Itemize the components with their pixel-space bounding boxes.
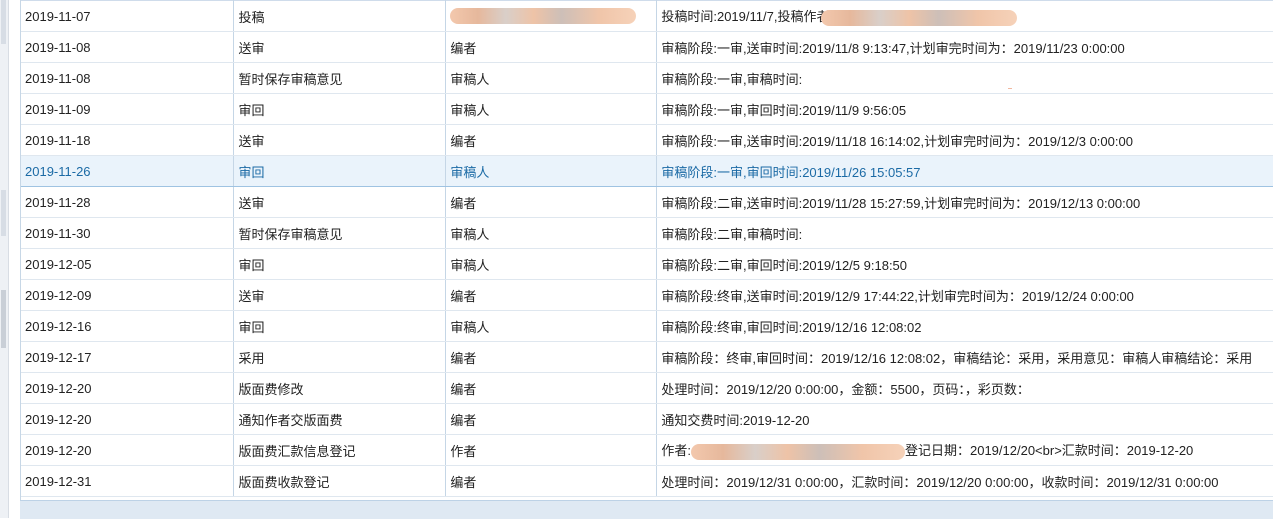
table-row[interactable]: 2019-11-08 送审 编者 审稿阶段:一审,送审时间:2019/11/8 … xyxy=(21,31,1273,63)
action-cell: 送审 xyxy=(233,186,447,218)
stray-mark xyxy=(1008,88,1012,89)
action-cell: 版面费汇款信息登记 xyxy=(233,434,447,466)
role-cell: 审稿人 xyxy=(445,93,658,125)
role-cell: 审稿人 xyxy=(445,62,658,94)
action-cell: 暂时保存审稿意见 xyxy=(233,217,447,249)
role-cell: 审稿人 xyxy=(445,248,658,280)
detail-text: 作者: xyxy=(661,443,691,459)
detail-text: 投稿时间:2019/11/7,投稿作者 xyxy=(661,9,830,25)
action-cell: 版面费收款登记 xyxy=(233,465,447,497)
date-cell: 2019-11-07 xyxy=(21,0,235,32)
action-cell: 送审 xyxy=(233,124,447,156)
detail-cell: 审稿阶段:二审,审回时间:2019/12/5 9:18:50 xyxy=(656,248,1273,280)
detail-cell: 审稿阶段:终审,审回时间:2019/12/16 12:08:02 xyxy=(656,310,1273,342)
table-row[interactable]: 2019-12-16 审回 审稿人 审稿阶段:终审,审回时间:2019/12/1… xyxy=(21,310,1273,342)
table-row[interactable]: 2019-12-17 采用 编者 审稿阶段：终审,审回时间：2019/12/16… xyxy=(21,341,1273,373)
table-row[interactable]: 2019-11-07 投稿 投稿时间:2019/11/7,投稿作者 xyxy=(21,0,1273,32)
action-cell: 送审 xyxy=(233,31,447,63)
date-cell: 2019-12-09 xyxy=(21,279,235,311)
date-cell: 2019-12-17 xyxy=(21,341,235,373)
detail-cell: 投稿时间:2019/11/7,投稿作者 xyxy=(656,0,1273,32)
role-cell: 编者 xyxy=(445,279,658,311)
scrollbar-segment xyxy=(1,190,6,236)
date-cell: 2019-12-20 xyxy=(21,372,235,404)
detail-cell: 审稿阶段:一审,审回时间:2019/11/9 9:56:05 xyxy=(656,93,1273,125)
date-cell: 2019-11-28 xyxy=(21,186,235,218)
action-cell: 采用 xyxy=(233,341,447,373)
detail-cell: 审稿阶段:二审,送审时间:2019/11/28 15:27:59,计划审完时间为… xyxy=(656,186,1273,218)
review-history-grid: 2019-11-07 投稿 投稿时间:2019/11/7,投稿作者 2019-1… xyxy=(20,0,1273,518)
detail-cell: 处理时间：2019/12/20 0:00:00，金额：5500，页码：，彩页数： xyxy=(656,372,1273,404)
role-cell: 编者 xyxy=(445,372,658,404)
date-cell: 2019-12-05 xyxy=(21,248,235,280)
role-cell: 编者 xyxy=(445,186,658,218)
role-cell xyxy=(445,0,658,32)
role-cell: 编者 xyxy=(445,465,658,497)
table-row[interactable]: 2019-11-09 审回 审稿人 审稿阶段:一审,审回时间:2019/11/9… xyxy=(21,93,1273,125)
table-row[interactable]: 2019-11-08 暂时保存审稿意见 审稿人 审稿阶段:一审,审稿时间: xyxy=(21,62,1273,94)
table-row[interactable]: 2019-12-20 通知作者交版面费 编者 通知交费时间:2019-12-20 xyxy=(21,403,1273,435)
date-cell: 2019-11-30 xyxy=(21,217,235,249)
action-cell: 通知作者交版面费 xyxy=(233,403,447,435)
action-cell: 投稿 xyxy=(233,0,447,32)
table-row[interactable]: 2019-11-28 送审 编者 审稿阶段:二审,送审时间:2019/11/28… xyxy=(21,186,1273,218)
date-cell: 2019-11-09 xyxy=(21,93,235,125)
detail-cell: 审稿阶段:二审,审稿时间: xyxy=(656,217,1273,249)
detail-cell: 审稿阶段:一审,审回时间:2019/11/26 15:05:57 xyxy=(656,155,1273,187)
date-cell: 2019-12-20 xyxy=(21,434,235,466)
table-row[interactable]: 2019-11-18 送审 编者 审稿阶段:一审,送审时间:2019/11/18… xyxy=(21,124,1273,156)
table-row[interactable]: 2019-11-30 暂时保存审稿意见 审稿人 审稿阶段:二审,审稿时间: xyxy=(21,217,1273,249)
detail-text: 登记日期：2019/12/20<br>汇款时间：2019-12-20 xyxy=(904,443,1194,459)
scrollbar-segment xyxy=(1,0,6,44)
action-cell: 审回 xyxy=(233,248,447,280)
date-cell: 2019-11-26 xyxy=(21,155,235,187)
left-panel-scrollbar[interactable] xyxy=(0,0,9,518)
action-cell: 版面费修改 xyxy=(233,372,447,404)
redacted-payer-info xyxy=(690,443,905,460)
table-row[interactable]: 2019-12-31 版面费收款登记 编者 处理时间：2019/12/31 0:… xyxy=(21,465,1273,497)
detail-cell: 审稿阶段:一审,送审时间:2019/11/8 9:13:47,计划审完时间为：2… xyxy=(656,31,1273,63)
date-cell: 2019-12-16 xyxy=(21,310,235,342)
detail-cell: 通知交费时间:2019-12-20 xyxy=(656,403,1273,435)
date-cell: 2019-11-08 xyxy=(21,31,235,63)
detail-cell: 处理时间：2019/12/31 0:00:00，汇款时间：2019/12/20 … xyxy=(656,465,1273,497)
role-cell: 编者 xyxy=(445,31,658,63)
action-cell: 审回 xyxy=(233,93,447,125)
history-table: 2019-11-07 投稿 投稿时间:2019/11/7,投稿作者 2019-1… xyxy=(21,0,1273,497)
date-cell: 2019-11-18 xyxy=(21,124,235,156)
redacted-author-info xyxy=(821,9,1018,26)
role-cell: 审稿人 xyxy=(445,217,658,249)
table-row[interactable]: 2019-12-20 版面费修改 编者 处理时间：2019/12/20 0:00… xyxy=(21,372,1273,404)
table-row[interactable]: 2019-12-20 版面费汇款信息登记 作者 作者: 登记日期：2019/12/… xyxy=(21,434,1273,466)
table-row[interactable]: 2019-12-05 审回 审稿人 审稿阶段:二审,审回时间:2019/12/5… xyxy=(21,248,1273,280)
date-cell: 2019-11-08 xyxy=(21,62,235,94)
detail-cell: 审稿阶段：终审,审回时间：2019/12/16 12:08:02，审稿结论：采用… xyxy=(656,341,1273,373)
date-cell: 2019-12-31 xyxy=(21,465,235,497)
table-row-selected[interactable]: 2019-11-26 审回 审稿人 审稿阶段:一审,审回时间:2019/11/2… xyxy=(21,155,1273,187)
role-cell: 审稿人 xyxy=(445,155,658,187)
detail-cell: 审稿阶段:一审,送审时间:2019/11/18 16:14:02,计划审完时间为… xyxy=(656,124,1273,156)
role-cell: 作者 xyxy=(445,434,658,466)
role-cell: 编者 xyxy=(445,403,658,435)
action-cell: 审回 xyxy=(233,310,447,342)
scrollbar-thumb[interactable] xyxy=(1,290,6,348)
action-cell: 审回 xyxy=(233,155,447,187)
action-cell: 暂时保存审稿意见 xyxy=(233,62,447,94)
detail-cell: 审稿阶段:终审,送审时间:2019/12/9 17:44:22,计划审完时间为：… xyxy=(656,279,1273,311)
detail-cell: 审稿阶段:一审,审稿时间: xyxy=(656,62,1273,94)
detail-cell: 作者: 登记日期：2019/12/20<br>汇款时间：2019-12-20 xyxy=(656,434,1273,466)
role-cell: 审稿人 xyxy=(445,310,658,342)
action-cell: 送审 xyxy=(233,279,447,311)
role-cell: 编者 xyxy=(445,124,658,156)
date-cell: 2019-12-20 xyxy=(21,403,235,435)
redacted-author-name xyxy=(450,8,637,25)
table-row[interactable]: 2019-12-09 送审 编者 审稿阶段:终审,送审时间:2019/12/9 … xyxy=(21,279,1273,311)
grid-footer xyxy=(20,500,1273,519)
role-cell: 编者 xyxy=(445,341,658,373)
